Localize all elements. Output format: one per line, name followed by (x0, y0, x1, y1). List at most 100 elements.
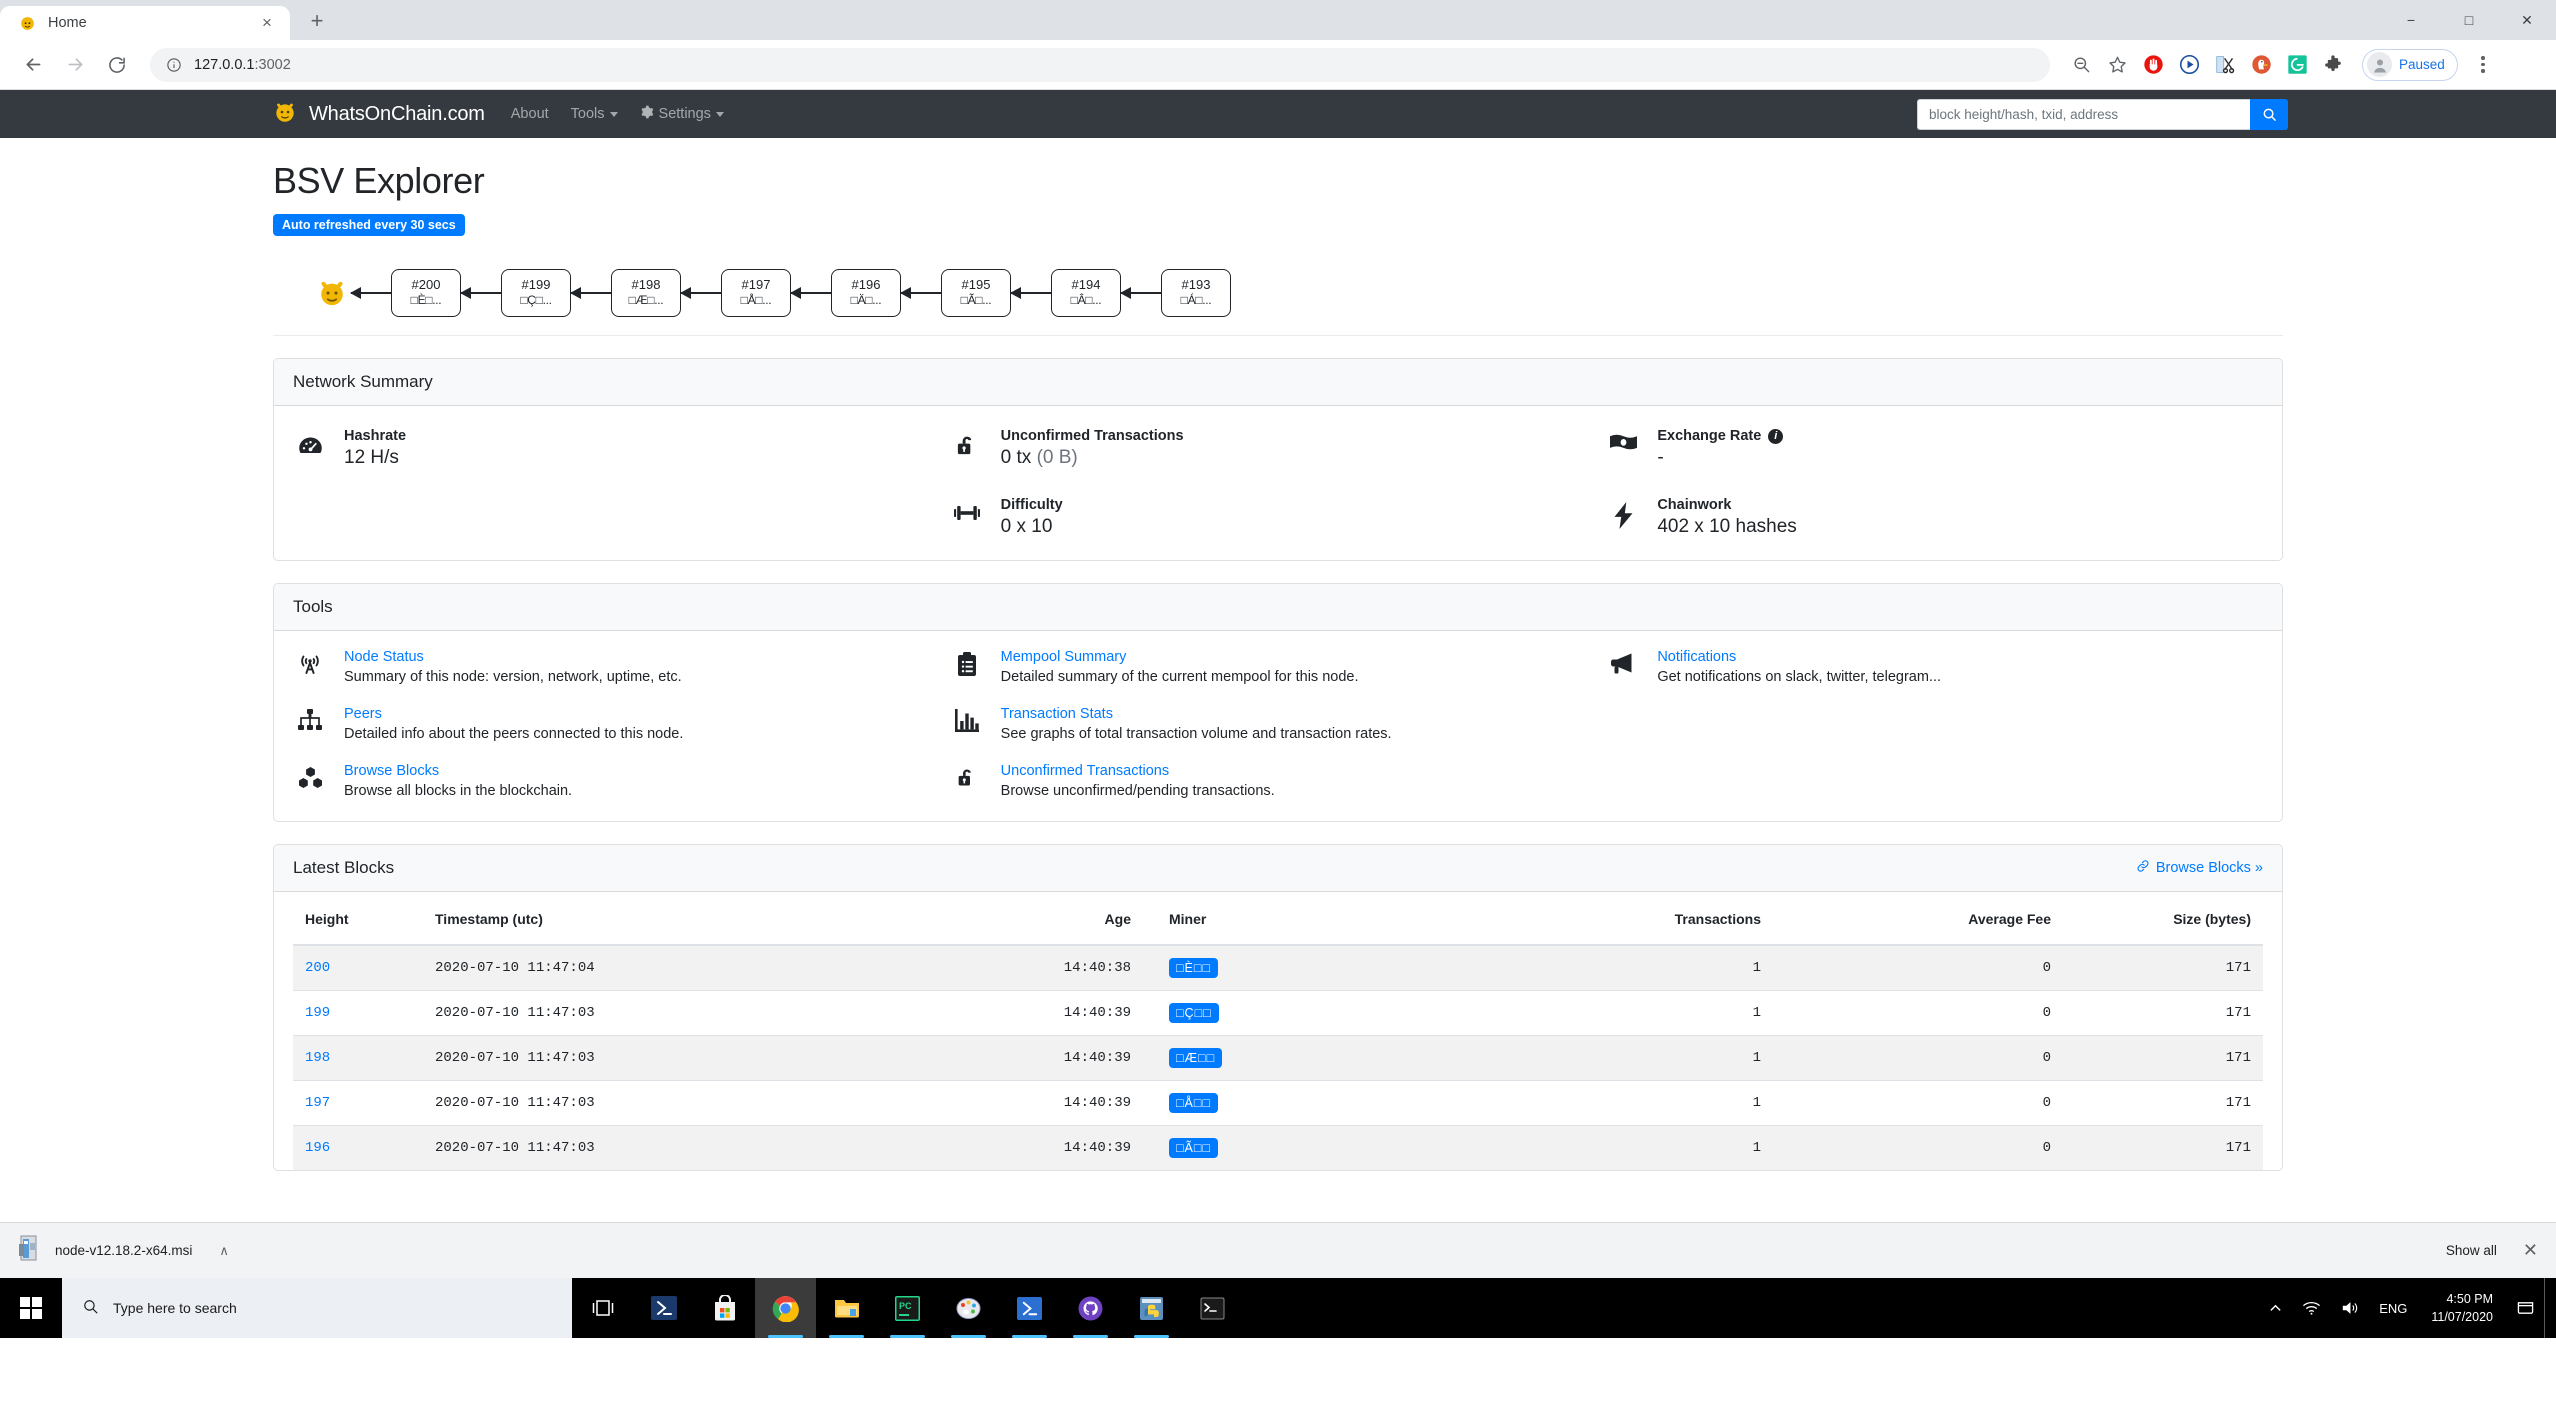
search-input[interactable] (1917, 98, 2250, 130)
col-miner[interactable]: Miner (1143, 902, 1443, 946)
taskbar-clock[interactable]: 4:50 PM 11/07/2020 (2417, 1290, 2507, 1326)
browser-menu-icon[interactable] (2466, 48, 2500, 82)
table-row[interactable]: 198 2020-07-10 11:47:03 14:40:39 □Æ□□ 1 … (293, 1035, 2263, 1081)
window-close-icon[interactable]: ✕ (2498, 0, 2556, 40)
browse-blocks-link[interactable]: Browse Blocks » (2136, 859, 2263, 877)
python-idle-icon[interactable] (1121, 1278, 1182, 1338)
windows-terminal-icon[interactable] (999, 1278, 1060, 1338)
pycharm-icon[interactable]: PC (877, 1278, 938, 1338)
back-icon[interactable] (14, 46, 52, 84)
col-average-fee[interactable]: Average Fee (1773, 902, 2063, 946)
tool-link-transaction-stats[interactable]: Transaction Stats (1001, 706, 1392, 722)
tool-browse-blocks: Browse Blocks Browse all blocks in the b… (293, 763, 950, 799)
microsoft-store-icon[interactable] (694, 1278, 755, 1338)
table-row[interactable]: 199 2020-07-10 11:47:03 14:40:39 □Ç□□ 1 … (293, 990, 2263, 1036)
chain-block-height: #200 (411, 276, 441, 292)
video-player-icon[interactable] (2172, 48, 2206, 82)
show-desktop-button[interactable] (2544, 1278, 2556, 1338)
cubes-icon (293, 763, 327, 790)
bookmark-star-icon[interactable] (2100, 48, 2134, 82)
chain-block-193[interactable]: #193 □Á□... (1161, 268, 1231, 317)
chain-block-height: #197 (741, 276, 771, 292)
col-height[interactable]: Height (293, 902, 423, 946)
extensions-puzzle-icon[interactable] (2316, 48, 2350, 82)
miner-badge[interactable]: □Ã□□ (1169, 1138, 1218, 1158)
info-icon[interactable]: i (1768, 428, 1784, 444)
block-height-link[interactable]: 198 (305, 1050, 330, 1066)
notification-center-icon[interactable] (2507, 1278, 2544, 1338)
block-height-link[interactable]: 200 (305, 960, 330, 976)
block-height-link[interactable]: 197 (305, 1095, 330, 1111)
language-indicator[interactable]: ENG (2369, 1278, 2417, 1338)
chain-block-194[interactable]: #194 □Â□... (1051, 268, 1121, 317)
chain-block-199[interactable]: #199 □Ç□... (501, 268, 571, 317)
chevron-up-icon[interactable]: ∧ (219, 1243, 229, 1259)
close-download-bar-icon[interactable]: ✕ (2523, 1240, 2538, 1261)
google-chrome-icon[interactable] (755, 1278, 816, 1338)
tool-link-browse-blocks[interactable]: Browse Blocks (344, 763, 572, 779)
col-size[interactable]: Size (bytes) (2063, 902, 2263, 946)
tool-link-node-status[interactable]: Node Status (344, 649, 682, 665)
profile-chip[interactable]: Paused (2362, 48, 2458, 81)
table-row[interactable]: 196 2020-07-10 11:47:03 14:40:39 □Ã□□ 1 … (293, 1125, 2263, 1170)
nav-item-settings[interactable]: Settings (640, 105, 724, 123)
download-item[interactable]: node-v12.18.2-x64.msi ∧ (18, 1235, 229, 1266)
tool-link-unconfirmed-transactions[interactable]: Unconfirmed Transactions (1001, 763, 1275, 779)
tool-link-notifications[interactable]: Notifications (1657, 649, 1941, 665)
command-prompt-icon[interactable] (1182, 1278, 1243, 1338)
cell-miner: □È□□ (1143, 944, 1443, 991)
col-timestamp[interactable]: Timestamp (utc) (423, 902, 943, 946)
miner-badge[interactable]: □È□□ (1169, 958, 1218, 978)
chain-block-197[interactable]: #197 □Å□... (721, 268, 791, 317)
close-icon[interactable]: × (256, 12, 278, 34)
site-brand[interactable]: WhatsOnChain.com (272, 99, 485, 130)
paint-icon[interactable] (938, 1278, 999, 1338)
active-app-indicator (951, 1335, 986, 1338)
tool-link-peers[interactable]: Peers (344, 706, 683, 722)
col-transactions[interactable]: Transactions (1443, 902, 1773, 946)
chain-block-hash: □È□... (410, 293, 442, 308)
volume-icon[interactable] (2331, 1278, 2369, 1338)
nav-item-about[interactable]: About (511, 106, 549, 122)
wifi-icon[interactable] (2292, 1278, 2331, 1338)
file-explorer-icon[interactable] (816, 1278, 877, 1338)
new-tab-button[interactable]: + (300, 4, 334, 38)
chain-block-200[interactable]: #200 □È□... (391, 268, 461, 317)
summary-column-3: Exchange Rate i - Chainwork 402 x 10 has… (1606, 424, 2263, 538)
chain-block-195[interactable]: #195 □Ã□... (941, 268, 1011, 317)
reload-icon[interactable] (98, 46, 136, 84)
browser-tab-home[interactable]: Home × (0, 6, 290, 40)
minimize-icon[interactable]: − (2382, 0, 2440, 40)
grammarly-icon[interactable] (2280, 48, 2314, 82)
miner-badge[interactable]: □Ç□□ (1169, 1003, 1219, 1023)
snip-scissors-icon[interactable] (2208, 48, 2242, 82)
github-desktop-icon[interactable] (1060, 1278, 1121, 1338)
maximize-icon[interactable]: □ (2440, 0, 2498, 40)
forward-icon[interactable] (56, 46, 94, 84)
msi-file-icon (18, 1235, 42, 1266)
tool-link-mempool-summary[interactable]: Mempool Summary (1001, 649, 1359, 665)
table-row[interactable]: 200 2020-07-10 11:47:04 14:40:38 □È□□ 1 … (293, 944, 2263, 991)
task-view-icon[interactable] (572, 1278, 633, 1338)
chain-block-198[interactable]: #198 □Æ□... (611, 268, 681, 317)
block-height-link[interactable]: 199 (305, 1005, 330, 1021)
miner-badge[interactable]: □Å□□ (1169, 1093, 1218, 1113)
tools-column-1: Node Status Summary of this node: versio… (293, 649, 950, 799)
table-row[interactable]: 197 2020-07-10 11:47:03 14:40:39 □Å□□ 1 … (293, 1080, 2263, 1126)
zoom-search-icon[interactable] (2064, 48, 2098, 82)
show-hidden-icons-icon[interactable] (2259, 1278, 2292, 1338)
site-info-icon[interactable] (166, 57, 182, 73)
search-button[interactable] (2250, 98, 2288, 130)
duckduckgo-icon[interactable] (2244, 48, 2278, 82)
miner-badge[interactable]: □Æ□□ (1169, 1048, 1223, 1068)
col-age[interactable]: Age (943, 902, 1143, 946)
adblock-icon[interactable] (2136, 48, 2170, 82)
block-height-link[interactable]: 196 (305, 1140, 330, 1156)
start-button[interactable] (0, 1278, 62, 1338)
chain-block-196[interactable]: #196 □Ä□... (831, 268, 901, 317)
address-bar[interactable]: 127.0.0.1:3002 (150, 47, 2050, 82)
taskbar-search-box[interactable]: Type here to search (62, 1278, 572, 1338)
nav-item-tools[interactable]: Tools (571, 106, 618, 122)
show-all-downloads-button[interactable]: Show all (2446, 1243, 2497, 1258)
powershell-icon[interactable] (633, 1278, 694, 1338)
